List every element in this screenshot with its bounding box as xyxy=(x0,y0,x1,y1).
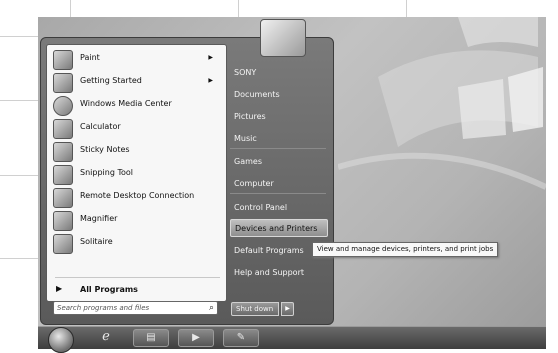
shutdown-label: Shut down xyxy=(236,305,274,313)
program-item-sticky-notes[interactable]: Sticky Notes xyxy=(50,140,221,162)
taskbar-item-paint[interactable]: ✎ xyxy=(223,329,259,347)
place-label: Games xyxy=(234,157,262,166)
program-label: Solitaire xyxy=(80,237,113,246)
program-item-remote-desktop-connection[interactable]: Remote Desktop Connection xyxy=(50,186,221,208)
search-box: ⌕ xyxy=(53,301,218,315)
search-icon[interactable]: ⌕ xyxy=(209,302,214,314)
program-label: Remote Desktop Connection xyxy=(80,191,195,200)
place-label: Music xyxy=(234,134,257,143)
chevron-right-icon: ▶ xyxy=(56,284,63,293)
place-label: Documents xyxy=(234,90,280,99)
media-player-icon: ▶ xyxy=(192,332,200,343)
program-label: Windows Media Center xyxy=(80,99,172,108)
submenu-arrow-icon: ▶ xyxy=(208,77,213,84)
place-label: Default Programs xyxy=(234,246,304,255)
place-label: Pictures xyxy=(234,112,266,121)
program-label: Paint xyxy=(80,53,100,62)
place-item-help-and-support[interactable]: Help and Support xyxy=(230,263,328,281)
divider xyxy=(230,193,326,194)
place-label: Control Panel xyxy=(234,203,288,212)
taskbar-item-internet-explorer[interactable]: ℯ xyxy=(88,329,124,347)
all-programs-label: All Programs xyxy=(80,285,138,294)
chevron-right-icon: ▶ xyxy=(285,305,290,312)
program-item-windows-media-center[interactable]: Windows Media Center xyxy=(50,94,221,116)
magnifier-icon xyxy=(53,211,73,231)
program-label: Calculator xyxy=(80,122,121,131)
program-item-calculator[interactable]: Calculator xyxy=(50,117,221,139)
program-label: Getting Started xyxy=(80,76,142,85)
place-item-sony[interactable]: SONY xyxy=(230,63,328,81)
place-item-control-panel[interactable]: Control Panel xyxy=(230,198,328,216)
guide-line xyxy=(0,175,38,176)
program-item-solitaire[interactable]: Solitaire xyxy=(50,232,221,254)
snipping-tool-icon xyxy=(53,165,73,185)
divider xyxy=(230,148,326,149)
paint-icon: ✎ xyxy=(236,332,246,343)
submenu-arrow-icon: ▶ xyxy=(208,54,213,61)
remote-desktop-icon xyxy=(53,188,73,208)
internet-explorer-icon: ℯ xyxy=(102,329,110,344)
program-item-getting-started[interactable]: Getting Started ▶ xyxy=(50,71,221,93)
place-item-devices-and-printers[interactable]: Devices and Printers xyxy=(230,219,328,237)
program-label: Sticky Notes xyxy=(80,145,130,154)
shutdown-options-button[interactable]: ▶ xyxy=(281,302,294,316)
start-button[interactable] xyxy=(48,327,74,353)
place-item-games[interactable]: Games xyxy=(230,152,328,170)
guide-line xyxy=(238,0,239,17)
place-item-computer[interactable]: Computer xyxy=(230,174,328,192)
taskbar-item-media-player[interactable]: ▶ xyxy=(178,329,214,347)
user-picture[interactable] xyxy=(260,19,306,57)
guide-line xyxy=(0,258,38,259)
paint-icon xyxy=(53,50,73,70)
start-menu: Paint ▶ Getting Started ▶ Windows Media … xyxy=(40,19,334,325)
place-label: Help and Support xyxy=(234,268,304,277)
divider xyxy=(55,277,220,278)
program-item-snipping-tool[interactable]: Snipping Tool xyxy=(50,163,221,185)
windows-logo-wallpaper xyxy=(338,17,546,190)
taskbar-item-windows-explorer[interactable]: ▤ xyxy=(133,329,169,347)
program-label: Snipping Tool xyxy=(80,168,133,177)
programs-list: Paint ▶ Getting Started ▶ Windows Media … xyxy=(46,44,227,302)
program-label: Magnifier xyxy=(80,214,118,223)
all-programs-button[interactable]: ▶ All Programs xyxy=(50,282,221,298)
solitaire-icon xyxy=(53,234,73,254)
place-item-music[interactable]: Music xyxy=(230,129,328,147)
getting-started-icon xyxy=(53,73,73,93)
sticky-notes-icon xyxy=(53,142,73,162)
guide-line xyxy=(70,0,71,17)
media-center-icon xyxy=(53,96,73,116)
place-label: Devices and Printers xyxy=(235,224,318,233)
place-label: SONY xyxy=(234,68,257,77)
place-label: Computer xyxy=(234,179,274,188)
guide-line xyxy=(406,0,407,17)
tooltip: View and manage devices, printers, and p… xyxy=(312,242,499,257)
taskbar: ℯ ▤ ▶ ✎ xyxy=(38,326,546,353)
program-item-paint[interactable]: Paint ▶ xyxy=(50,48,221,70)
calculator-icon xyxy=(53,119,73,139)
place-item-documents[interactable]: Documents xyxy=(230,85,328,103)
program-item-magnifier[interactable]: Magnifier xyxy=(50,209,221,231)
place-item-pictures[interactable]: Pictures xyxy=(230,107,328,125)
shutdown-button[interactable]: Shut down xyxy=(231,302,279,316)
windows-explorer-icon: ▤ xyxy=(146,332,156,343)
search-input[interactable] xyxy=(57,302,193,314)
guide-line xyxy=(0,36,38,37)
guide-line xyxy=(0,100,38,101)
